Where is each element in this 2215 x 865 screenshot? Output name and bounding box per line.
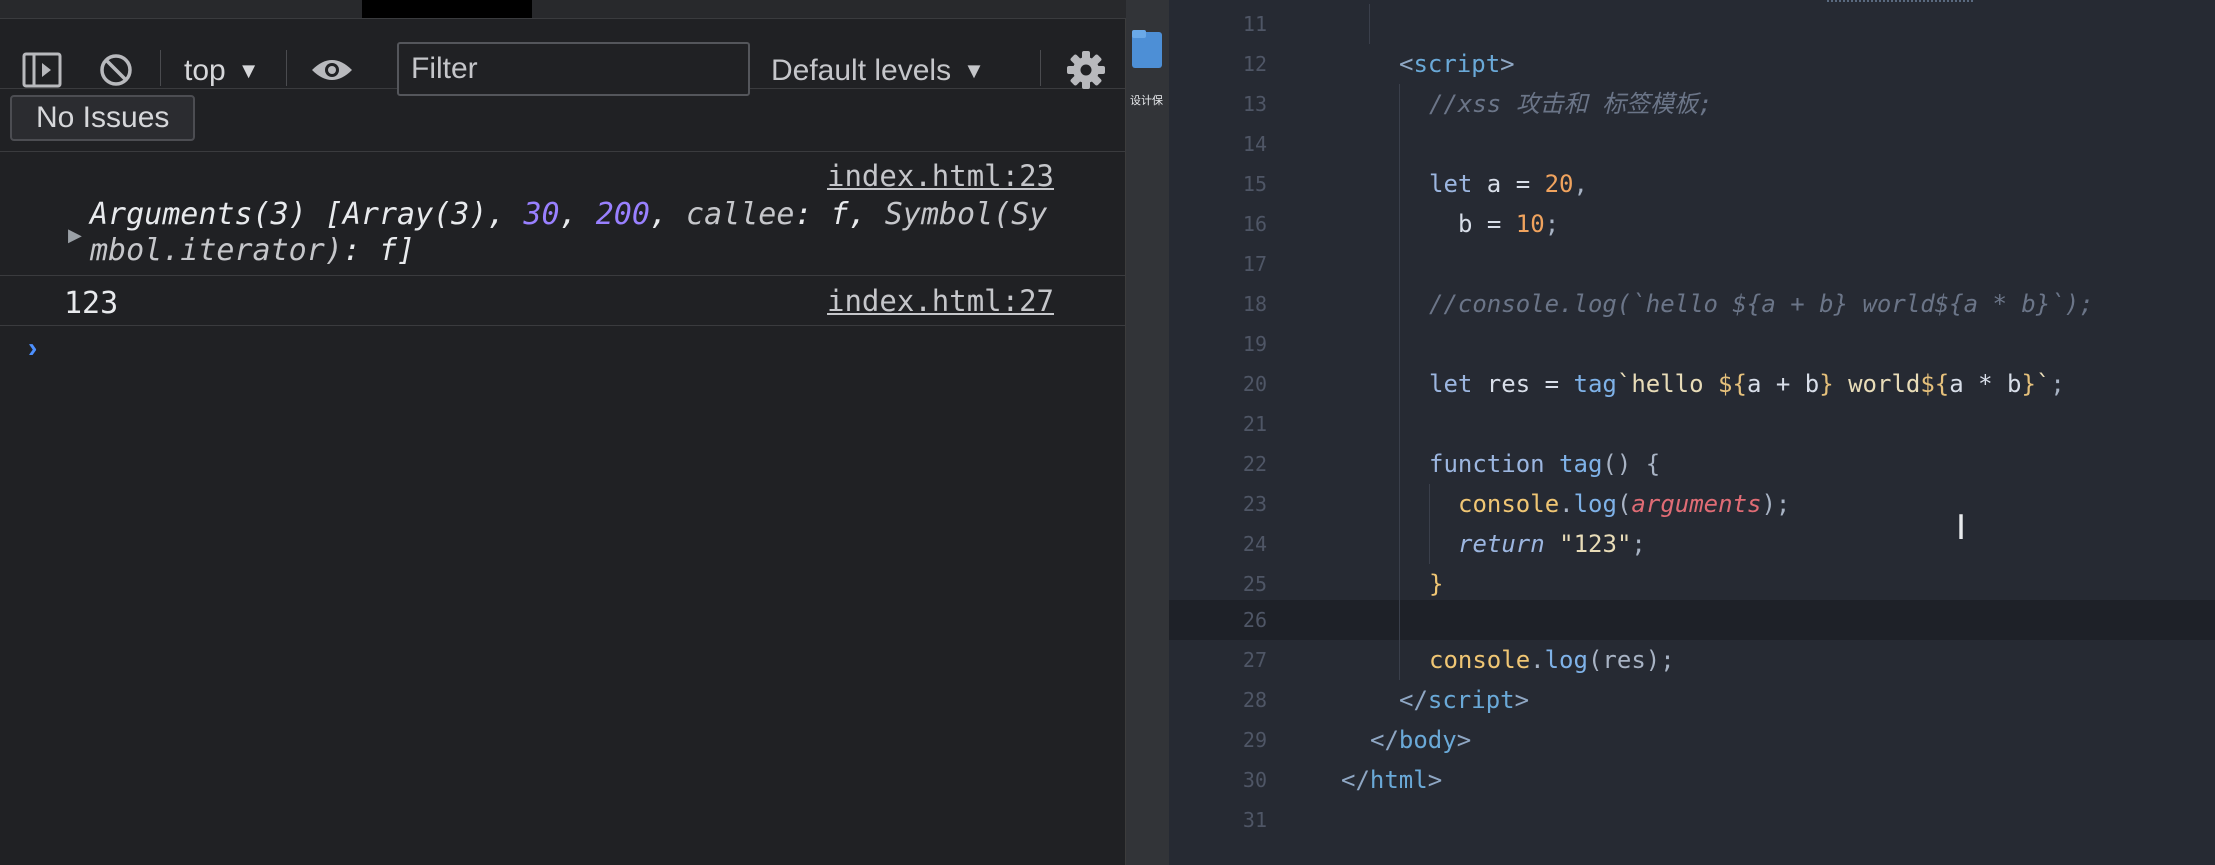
source-link[interactable]: index.html:23 xyxy=(827,159,1054,193)
redacted-tab xyxy=(362,0,532,18)
code-line: 23 console.log(arguments); xyxy=(1169,484,2215,524)
folder-icon[interactable] xyxy=(1130,28,1164,70)
code-line: 15 let a = 20, xyxy=(1169,164,2215,204)
toolbar-separator xyxy=(1040,50,1041,86)
code-line: 27 console.log(res); xyxy=(1169,640,2215,680)
code-line-current: 26 xyxy=(1169,600,2215,640)
folder-label: 设计保 xyxy=(1130,95,1163,107)
eye-icon[interactable] xyxy=(310,56,354,89)
code-line: 31 xyxy=(1242,808,1267,832)
code-line: 11 xyxy=(1169,4,2215,44)
code-line: 18 //console.log(`hello ${a + b} world${… xyxy=(1169,284,2215,324)
toolbar-separator xyxy=(160,50,161,86)
context-select[interactable]: top ▼ xyxy=(184,50,260,92)
desktop-strip: 设计保 xyxy=(1126,0,1169,865)
console-input[interactable] xyxy=(60,334,1064,372)
devtools-console-panel: top ▼ Default levels ▼ xyxy=(0,0,1126,865)
code-editor[interactable]: 11 12 <script> 13 //xss 攻击和 标签模板; 14 15 … xyxy=(1169,0,2215,865)
code-line: 29 </body> xyxy=(1242,726,1472,754)
code-line: 24 return "123"; xyxy=(1169,524,2215,564)
code-line: 22 function tag() { xyxy=(1169,444,2215,484)
clear-console-icon[interactable] xyxy=(98,52,134,93)
code-line: 14 xyxy=(1169,124,2215,164)
chevron-down-icon: ▼ xyxy=(963,58,985,83)
code-line: 25 } xyxy=(1169,564,2215,604)
code-line: 21 xyxy=(1169,404,2215,444)
code-line: 12 <script> xyxy=(1242,50,1515,78)
chevron-down-icon: ▼ xyxy=(237,58,260,83)
source-link[interactable]: index.html:27 xyxy=(827,284,1054,318)
sidebar-toggle-icon[interactable] xyxy=(22,52,62,93)
context-value: top xyxy=(184,54,226,87)
code-line: 19 xyxy=(1169,324,2215,364)
console-prompt: › xyxy=(0,328,1126,376)
issues-bar: No Issues xyxy=(0,89,1126,152)
prompt-caret-icon: › xyxy=(28,332,38,363)
expand-arrow-icon[interactable]: ▶ xyxy=(68,225,82,246)
toolbar-separator xyxy=(286,50,287,86)
filter-input[interactable] xyxy=(397,42,750,96)
console-message: index.html:23 ▶ Arguments(3) [Array(3), … xyxy=(0,153,1126,276)
code-line: 30 </html> xyxy=(1242,766,1443,794)
levels-value: Default levels xyxy=(771,54,952,87)
code-line: 28 </script> xyxy=(1242,686,1530,714)
devtools-top-strip xyxy=(0,0,1126,19)
arguments-object[interactable]: Arguments(3) [Array(3), 30, 200, callee:… xyxy=(90,197,1060,269)
console-toolbar: top ▼ Default levels ▼ xyxy=(0,18,1126,96)
log-value: 123 xyxy=(64,286,119,321)
log-levels-select[interactable]: Default levels ▼ xyxy=(771,50,985,92)
code-line: 13 //xss 攻击和 标签模板; xyxy=(1169,84,2215,124)
issues-label: No Issues xyxy=(36,101,170,134)
code-line: 17 xyxy=(1169,244,2215,284)
code-line: 20 let res = tag`hello ${a + b} world${a… xyxy=(1169,364,2215,404)
console-message: 123 index.html:27 xyxy=(0,278,1126,326)
text-cursor-icon: I xyxy=(1956,508,1967,548)
code-line: 16 b = 10; xyxy=(1169,204,2215,244)
issues-button[interactable]: No Issues xyxy=(10,95,196,141)
